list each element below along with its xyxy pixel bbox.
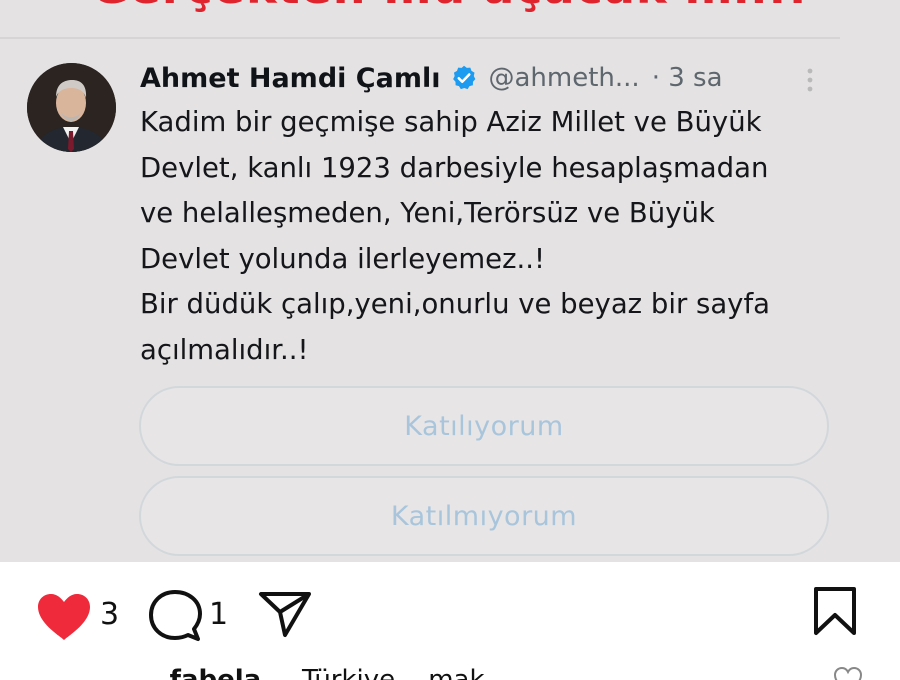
tweet-text-line: açılmalıdır..! bbox=[140, 333, 309, 366]
avatar bbox=[27, 63, 116, 152]
caption-text: Türkiye ...mak... bbox=[302, 665, 510, 680]
heart-icon[interactable] bbox=[36, 592, 92, 642]
tweet-text-line: Bir düdük çalıp,yeni,onurlu ve beyaz bir… bbox=[140, 288, 770, 321]
post-image[interactable]: Gerçekten mu açacak mı..! Ahmet Hamdi Ça… bbox=[0, 0, 900, 562]
comment-icon[interactable] bbox=[148, 589, 202, 643]
poll-option-disagree[interactable]: Katılmıyorum bbox=[139, 476, 829, 556]
tweet-header: Ahmet Hamdi Çamlı @ahmeth... · 3 sa bbox=[140, 58, 840, 98]
bookmark-icon[interactable] bbox=[812, 586, 858, 636]
verified-badge-icon bbox=[453, 65, 476, 90]
tweet-divider bbox=[0, 37, 840, 39]
action-bar bbox=[0, 562, 900, 662]
caption-heart-icon[interactable] bbox=[833, 666, 863, 680]
tweet-text: Kadim bir geçmişe sahip Aziz Millet ve B… bbox=[140, 100, 860, 374]
tweet-text-line: Devlet yolunda ilerleyemez..! bbox=[140, 242, 546, 275]
tweet-text-line: Kadim bir geçmişe sahip Aziz Millet ve B… bbox=[140, 106, 762, 138]
comment-count[interactable]: 1 bbox=[209, 597, 228, 632]
tweet-text-line: ve helalleşmeden, Yeni,Terörsüz ve Büyük bbox=[140, 197, 715, 230]
caption-row: ...fabela Türkiye ...mak... bbox=[0, 660, 900, 680]
tweet-text-line: Devlet, kanlı 1923 darbesiyle hesaplaşma… bbox=[140, 151, 769, 184]
more-options-icon[interactable] bbox=[800, 66, 820, 94]
poll-option-agree[interactable]: Katılıyorum bbox=[139, 386, 829, 466]
author-name[interactable]: Ahmet Hamdi Çamlı bbox=[140, 63, 440, 94]
send-icon[interactable] bbox=[258, 590, 312, 638]
author-handle[interactable]: @ahmeth... bbox=[488, 63, 639, 93]
banner-text: Gerçekten mu açacak mı..! bbox=[0, 0, 900, 14]
tweet-time: · 3 sa bbox=[651, 63, 723, 93]
like-count[interactable]: 3 bbox=[100, 597, 119, 632]
caption-username[interactable]: ...fabela bbox=[140, 665, 261, 680]
